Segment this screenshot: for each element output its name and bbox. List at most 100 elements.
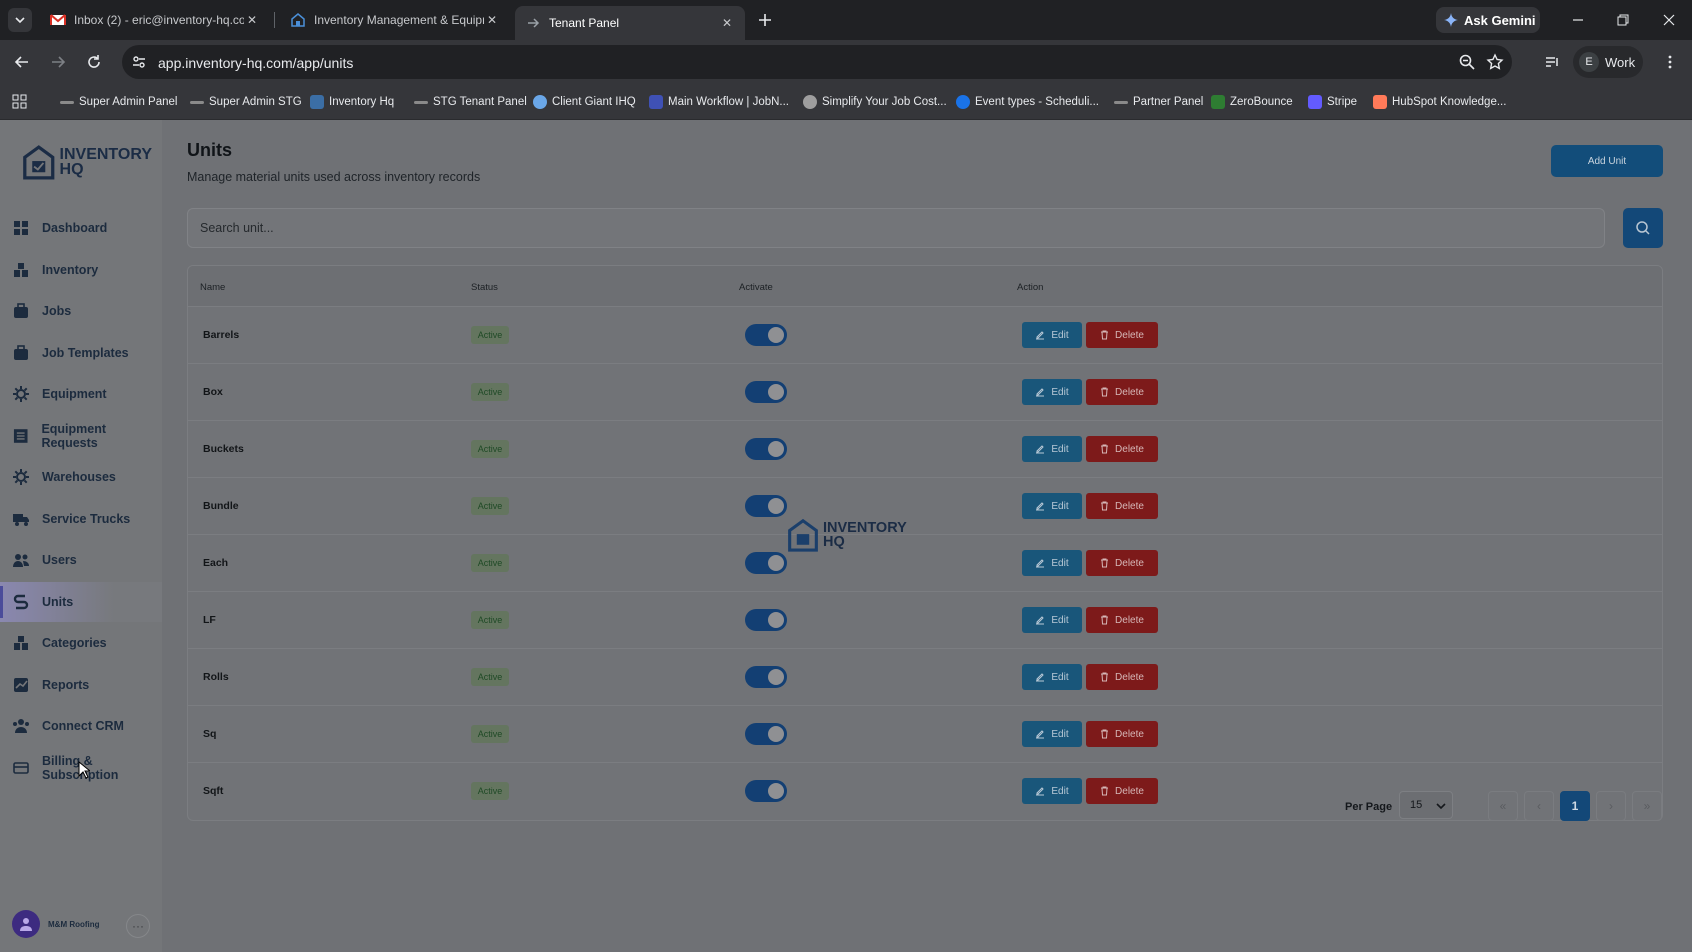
sidebar-item-warehouses[interactable]: Warehouses (0, 457, 162, 497)
search-input[interactable] (187, 208, 1605, 248)
apps-button[interactable] (12, 94, 28, 110)
sidebar-item-inventory[interactable]: Inventory (0, 250, 162, 290)
user-profile[interactable]: M&M Roofing (12, 910, 100, 938)
bookmark-item[interactable]: ZeroBounce (1211, 94, 1293, 110)
sidebar-item-equipment-requests[interactable]: Equipment Requests (0, 416, 162, 456)
equipment-requests-icon (13, 429, 28, 443)
toggle-knob (768, 384, 784, 400)
delete-button[interactable]: Delete (1086, 436, 1158, 462)
activate-toggle[interactable] (745, 723, 787, 745)
delete-button[interactable]: Delete (1086, 550, 1158, 576)
sidebar-item-units[interactable]: Units (0, 582, 162, 622)
bookmark-item[interactable]: HubSpot Knowledge... (1373, 94, 1506, 110)
brand-logo[interactable]: INVENTORY HQ (22, 140, 152, 184)
sidebar-item-reports[interactable]: Reports (0, 665, 162, 705)
ask-gemini-button[interactable]: Ask Gemini (1436, 7, 1540, 33)
bookmark-item[interactable]: Main Workflow | JobN... (649, 94, 789, 110)
user-name: M&M Roofing (48, 919, 100, 929)
delete-button[interactable]: Delete (1086, 664, 1158, 690)
edit-button[interactable]: Edit (1022, 322, 1082, 348)
sidebar-item-label: Reports (42, 678, 90, 692)
close-icon[interactable]: ✕ (719, 15, 735, 31)
tab-tenant-panel[interactable]: Tenant Panel ✕ (515, 6, 745, 40)
next-page-button[interactable]: › (1596, 791, 1626, 821)
reload-button[interactable] (84, 52, 104, 72)
close-icon[interactable]: ✕ (484, 12, 500, 28)
sidebar-item-users[interactable]: Users (0, 540, 162, 580)
delete-button[interactable]: Delete (1086, 721, 1158, 747)
add-unit-button[interactable]: Add Unit (1551, 145, 1663, 177)
sidebar-item-jobs[interactable]: Jobs (0, 291, 162, 331)
toggle-knob (768, 669, 784, 685)
zoom-icon[interactable] (1458, 53, 1476, 71)
bookmark-item[interactable]: Event types - Scheduli... (956, 94, 1099, 110)
edit-button[interactable]: Edit (1022, 493, 1082, 519)
sidebar-item-service-trucks[interactable]: Service Trucks (0, 499, 162, 539)
edit-button[interactable]: Edit (1022, 550, 1082, 576)
sidebar-item-dashboard[interactable]: Dashboard (0, 208, 162, 248)
edit-button[interactable]: Edit (1022, 721, 1082, 747)
sidebar-item-job-templates[interactable]: Job Templates (0, 333, 162, 373)
last-page-button[interactable]: » (1632, 791, 1662, 821)
address-bar[interactable]: app.inventory-hq.com/app/units (122, 45, 1512, 79)
edit-button[interactable]: Edit (1022, 607, 1082, 633)
bookmark-item[interactable]: Partner Panel (1114, 94, 1203, 110)
back-button[interactable] (12, 52, 32, 72)
bookmark-item[interactable]: Super Admin STG (190, 94, 302, 110)
prev-page-button[interactable]: ‹ (1524, 791, 1554, 821)
per-page-value: 15 (1410, 799, 1423, 811)
delete-button[interactable]: Delete (1086, 607, 1158, 633)
bookmark-item[interactable]: Stripe (1308, 94, 1357, 110)
activate-toggle[interactable] (745, 324, 787, 346)
star-icon[interactable] (1486, 53, 1504, 71)
delete-button[interactable]: Delete (1086, 778, 1158, 804)
delete-label: Delete (1115, 557, 1144, 569)
tab-search-button[interactable] (8, 8, 32, 32)
edit-button[interactable]: Edit (1022, 379, 1082, 405)
user-menu-button[interactable]: ··· (126, 914, 150, 938)
activate-toggle[interactable] (745, 438, 787, 460)
search-button[interactable] (1623, 208, 1663, 248)
bookmark-item[interactable]: Super Admin Panel (60, 94, 177, 110)
activate-toggle[interactable] (745, 780, 787, 802)
page-1-button[interactable]: 1 (1560, 791, 1590, 821)
sidebar-item-categories[interactable]: Categories (0, 623, 162, 663)
delete-button[interactable]: Delete (1086, 379, 1158, 405)
activate-toggle[interactable] (745, 495, 787, 517)
close-window-button[interactable] (1659, 10, 1679, 30)
bookmark-item[interactable]: STG Tenant Panel (414, 94, 527, 110)
loading-logo: INVENTORY HQ (787, 518, 907, 552)
delete-button[interactable]: Delete (1086, 493, 1158, 519)
activate-toggle[interactable] (745, 552, 787, 574)
plus-icon (759, 14, 771, 26)
sidebar-item-equipment[interactable]: Equipment (0, 374, 162, 414)
edit-button[interactable]: Edit (1022, 436, 1082, 462)
sidebar-item-connect-crm[interactable]: Connect CRM (0, 706, 162, 746)
restore-button[interactable] (1613, 10, 1633, 30)
tab-inventory-management[interactable]: Inventory Management & Equipment ✕ (280, 6, 510, 34)
media-controls-button[interactable] (1542, 52, 1562, 72)
minimize-button[interactable] (1568, 10, 1588, 30)
activate-toggle[interactable] (745, 666, 787, 688)
new-tab-button[interactable] (755, 10, 775, 30)
activate-toggle[interactable] (745, 609, 787, 631)
forward-button[interactable] (48, 52, 68, 72)
edit-button[interactable]: Edit (1022, 778, 1082, 804)
tab-gmail[interactable]: Inbox (2) - eric@inventory-hq.com ✕ (40, 6, 270, 34)
bookmark-item[interactable]: Client Giant IHQ (533, 94, 636, 110)
activate-toggle[interactable] (745, 381, 787, 403)
first-page-button[interactable]: « (1488, 791, 1518, 821)
profile-button[interactable]: E Work (1573, 46, 1643, 78)
trash-icon (1101, 387, 1109, 397)
per-page-select[interactable]: 15 (1399, 791, 1453, 819)
users-icon (13, 554, 29, 567)
edit-button[interactable]: Edit (1022, 664, 1082, 690)
browser-menu-button[interactable] (1660, 52, 1680, 72)
table-row: Rolls Active Edit Delete (188, 648, 1662, 705)
bookmark-item[interactable]: Inventory Hq (310, 94, 394, 110)
bookmark-item[interactable]: Simplify Your Job Cost... (803, 94, 947, 110)
unit-name: Each (203, 557, 229, 569)
close-icon[interactable]: ✕ (244, 12, 260, 28)
delete-button[interactable]: Delete (1086, 322, 1158, 348)
table-header: Name Status Activate Action (188, 266, 1662, 306)
